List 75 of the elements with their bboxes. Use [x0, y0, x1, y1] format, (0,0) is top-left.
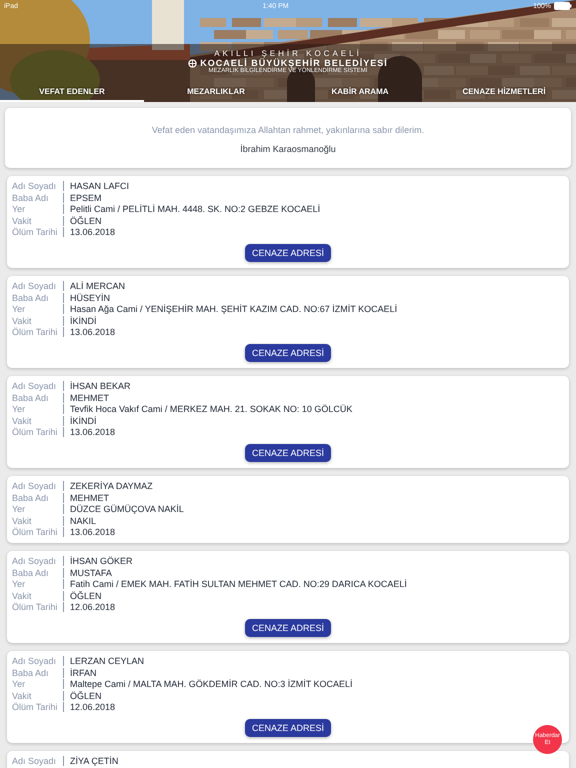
field-value: İHSAN GÖKER: [69, 556, 134, 566]
field-value: Tevfik Hoca Vakıf Cami / MERKEZ MAH. 21. SOKAK NO: 10 GÖLCÜK: [69, 404, 354, 414]
field-label: Adı Soyadı: [12, 281, 64, 291]
funeral-address-button[interactable]: CENAZE ADRESİ: [244, 619, 332, 637]
field-value: ALİ MERCAN: [69, 281, 126, 291]
field-label: Adı Soyadı: [12, 756, 64, 766]
field-value: 13.06.2018: [69, 227, 116, 237]
condolence-message: Vefat eden vatandaşımıza Allahtan rahmet, yakınlarına sabır dilerim.: [150, 125, 426, 135]
field-label: Baba Adı: [12, 492, 64, 502]
field-label: Adı Soyadı: [12, 181, 64, 191]
field-value: Pelitli Cami / PELİTLİ MAH. 4448. SK. NO:2 GEBZE KOCAELİ: [69, 204, 322, 214]
field-label: Baba Adı: [12, 292, 64, 302]
field-label: Baba Adı: [12, 568, 64, 578]
field-value: MEHMET: [69, 492, 110, 502]
field-value: 12.06.2018: [69, 602, 116, 612]
field-value: ÖĞLEN: [69, 216, 103, 226]
field-value: MUSTAFA: [69, 568, 113, 578]
funeral-address-button[interactable]: CENAZE ADRESİ: [244, 444, 332, 462]
field-label: Baba Adı: [12, 392, 64, 402]
field-label: Yer: [12, 204, 64, 214]
field-value: İKİNDİ: [69, 316, 98, 326]
field-label: Ölüm Tarihi: [12, 227, 64, 237]
field-value: Fatih Cami / EMEK MAH. FATİH SULTAN MEHMET CAD. NO:29 DARICA KOCAELİ: [69, 579, 408, 589]
field-value: İHSAN BEKAR: [69, 381, 132, 391]
field-label: Adı Soyadı: [12, 381, 64, 391]
field-label: Vakit: [12, 590, 64, 600]
funeral-address-button[interactable]: CENAZE ADRESİ: [244, 244, 332, 262]
field-value: 12.06.2018: [69, 702, 116, 712]
field-value: İRFAN: [69, 668, 98, 678]
nav-tab[interactable]: CENAZE HİZMETLERİ: [432, 85, 576, 102]
funeral-address-button[interactable]: CENAZE ADRESİ: [244, 719, 332, 737]
field-value: 13.06.2018: [69, 527, 116, 537]
field-value: HASAN LAFCI: [69, 181, 130, 191]
field-value: NAKIL: [69, 516, 98, 526]
field-value: 13.06.2018: [69, 327, 116, 337]
field-label: Vakit: [12, 416, 64, 426]
signature-text: İbrahim Karaosmanoğlu: [239, 144, 337, 154]
nav-tab[interactable]: KABİR ARAMA: [288, 85, 432, 102]
funeral-address-button[interactable]: CENAZE ADRESİ: [244, 344, 332, 362]
field-label: Ölüm Tarihi: [12, 327, 64, 337]
field-label: Adı Soyadı: [12, 656, 64, 666]
field-label: Ölüm Tarihi: [12, 527, 64, 537]
field-value: HÜSEYİN: [69, 292, 112, 302]
field-value: EPSEM: [69, 192, 103, 202]
field-value: DÜZCE GÜMÜÇOVA NAKİL: [69, 504, 185, 514]
field-value: ZİYA ÇETİN: [69, 756, 120, 766]
field-value: LERZAN CEYLAN: [69, 656, 146, 666]
field-label: Ölüm Tarihi: [12, 602, 64, 612]
field-label: Yer: [12, 504, 64, 514]
field-value: Maltepe Cami / MALTA MAH. GÖKDEMİR CAD. NO:3 İZMİT KOCAELİ: [69, 679, 354, 689]
field-label: Baba Adı: [12, 668, 64, 678]
field-value: Hasan Ağa Cami / YENİŞEHİR MAH. ŞEHİT KAZIM CAD. NO:67 İZMİT KOCAELİ: [69, 304, 398, 314]
field-label: Vakit: [12, 516, 64, 526]
field-label: Vakit: [12, 316, 64, 326]
field-value: ZEKERİYA DAYMAZ: [69, 481, 154, 491]
field-label: Vakit: [12, 216, 64, 226]
field-label: Yer: [12, 579, 64, 589]
field-label: Yer: [12, 404, 64, 414]
field-value: 13.06.2018: [69, 427, 116, 437]
field-label: Ölüm Tarihi: [12, 702, 64, 712]
nav-tab[interactable]: MEZARLIKLAR: [144, 85, 288, 102]
field-label: Yer: [12, 679, 64, 689]
nav-tab[interactable]: VEFAT EDENLER: [0, 85, 144, 102]
field-value: MEHMET: [69, 392, 110, 402]
field-value: İKİNDİ: [69, 416, 98, 426]
field-label: Adı Soyadı: [12, 481, 64, 491]
field-value: ÖĞLEN: [69, 590, 103, 600]
field-label: Yer: [12, 304, 64, 314]
header-title: KOCAELİ BÜYÜKŞEHİR BELEDİYESİ: [200, 58, 388, 68]
field-label: Ölüm Tarihi: [12, 427, 64, 437]
field-label: Adı Soyadı: [12, 556, 64, 566]
tagline: AKILLI ŞEHİR KOCAELİ: [214, 49, 362, 58]
field-label: Vakit: [12, 690, 64, 700]
field-value: ÖĞLEN: [69, 690, 103, 700]
field-label: Baba Adı: [12, 192, 64, 202]
